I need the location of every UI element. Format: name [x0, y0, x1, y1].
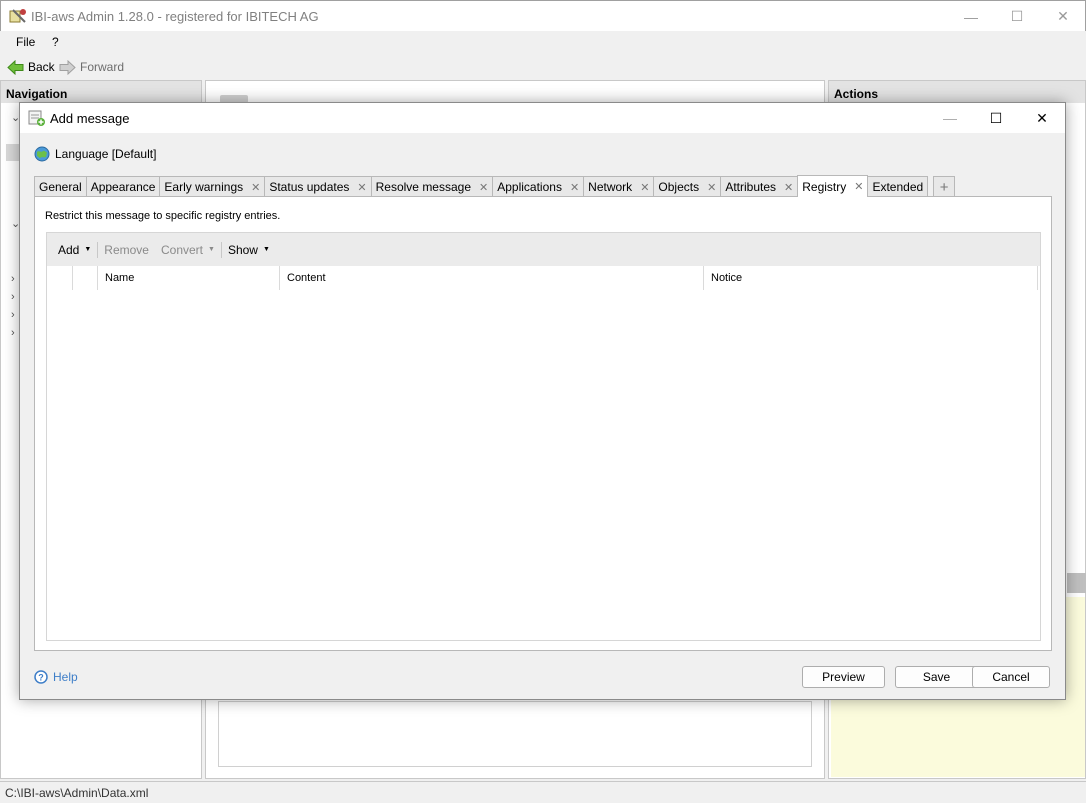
- remove-button[interactable]: Remove: [98, 243, 155, 257]
- tab-label: Applications: [497, 180, 562, 194]
- tab-label: Extended: [872, 180, 924, 194]
- tab-status-updates[interactable]: Status updates ✕: [264, 176, 372, 197]
- navbar: Back Forward: [0, 54, 1086, 80]
- add-message-dialog: Add message — ☐ ✕ Language [Default] Gen…: [19, 102, 1066, 700]
- registry-tab-panel: Restrict this message to specific regist…: [34, 196, 1052, 651]
- actions-header: Actions: [829, 81, 1085, 103]
- save-button[interactable]: Save: [895, 666, 978, 688]
- column-header-content[interactable]: Content: [280, 266, 704, 290]
- chevron-right-icon[interactable]: ›: [11, 273, 15, 285]
- tab-label: Registry: [802, 179, 847, 194]
- selected-marker: [6, 144, 20, 161]
- language-label: Language [Default]: [55, 147, 157, 161]
- statusbar: C:\IBI-aws\Admin\Data.xml: [0, 781, 1086, 803]
- help-icon: ?: [34, 670, 48, 684]
- tab-close-icon[interactable]: ✕: [784, 181, 793, 194]
- add-tab-button[interactable]: +: [933, 176, 956, 197]
- tab-label: Appearance: [90, 180, 156, 194]
- tab-close-icon[interactable]: ✕: [570, 181, 579, 194]
- column-header-indicator[interactable]: [47, 266, 73, 290]
- convert-dropdown-button[interactable]: Convert ▼: [155, 243, 221, 257]
- close-button[interactable]: ✕: [1040, 1, 1086, 32]
- tab-description: Restrict this message to specific regist…: [45, 210, 281, 222]
- maximize-button[interactable]: ☐: [994, 1, 1040, 32]
- cancel-button[interactable]: Cancel: [972, 666, 1050, 688]
- tab-objects[interactable]: Objects ✕: [653, 176, 722, 197]
- dialog-minimize-button[interactable]: —: [927, 103, 973, 133]
- plus-icon: +: [939, 178, 949, 196]
- main-titlebar: IBI-aws Admin 1.28.0 - registered for IB…: [0, 0, 1086, 31]
- remove-label: Remove: [104, 242, 149, 257]
- column-header-notice[interactable]: Notice: [704, 266, 1038, 290]
- language-selector[interactable]: Language [Default]: [34, 146, 156, 162]
- caret-down-icon: ▼: [262, 246, 270, 253]
- add-message-icon: [28, 110, 45, 126]
- show-dropdown-button[interactable]: Show ▼: [222, 243, 276, 257]
- app-title: IBI-aws Admin 1.28.0 - registered for IB…: [31, 9, 319, 24]
- menu-help[interactable]: ?: [52, 35, 59, 49]
- globe-icon: [34, 146, 50, 162]
- tab-close-icon[interactable]: ✕: [251, 181, 260, 194]
- chevron-right-icon[interactable]: ›: [11, 309, 15, 321]
- tab-close-icon[interactable]: ✕: [357, 181, 366, 194]
- add-dropdown-button[interactable]: Add ▼: [52, 243, 97, 257]
- tab-registry[interactable]: Registry ✕: [797, 175, 869, 197]
- navigation-header: Navigation: [1, 81, 201, 103]
- dialog-maximize-button[interactable]: ☐: [973, 103, 1019, 133]
- help-link[interactable]: ? Help: [34, 670, 78, 684]
- dialog-title: Add message: [50, 111, 130, 126]
- caret-down-icon: ▼: [208, 246, 215, 253]
- tab-label: Objects: [658, 180, 700, 194]
- actions-separator: [1067, 573, 1086, 593]
- show-label: Show: [227, 242, 258, 257]
- tab-attributes[interactable]: Attributes ✕: [720, 176, 799, 197]
- tab-close-icon[interactable]: ✕: [707, 181, 716, 194]
- dialog-close-button[interactable]: ✕: [1019, 103, 1065, 133]
- tab-close-icon[interactable]: ✕: [640, 181, 649, 194]
- grid-toolbar: Add ▼ Remove Convert ▼ Show ▼: [47, 233, 1040, 266]
- tab-general[interactable]: General: [34, 176, 87, 197]
- minimize-button[interactable]: —: [948, 1, 994, 32]
- status-path: C:\IBI-aws\Admin\Data.xml: [5, 786, 149, 800]
- forward-button[interactable]: Forward: [59, 58, 124, 76]
- tab-network[interactable]: Network ✕: [583, 176, 655, 197]
- convert-label: Convert: [160, 242, 204, 257]
- dialog-titlebar: Add message — ☐ ✕: [20, 103, 1065, 133]
- caret-down-icon: ▼: [84, 246, 92, 253]
- forward-arrow-icon: [59, 59, 76, 75]
- content-panel: [218, 701, 812, 767]
- tab-resolve-message[interactable]: Resolve message ✕: [370, 176, 494, 197]
- tab-extended[interactable]: Extended: [867, 176, 929, 197]
- menubar: File ?: [0, 31, 1086, 54]
- chevron-right-icon[interactable]: ›: [11, 291, 15, 303]
- tab-strip: General Appearance Early warnings ✕ Statu…: [34, 175, 956, 197]
- tab-appearance[interactable]: Appearance: [85, 176, 161, 197]
- tab-label: Early warnings: [164, 180, 244, 194]
- preview-button[interactable]: Preview: [802, 666, 885, 688]
- back-label: Back: [28, 60, 55, 74]
- column-header-state[interactable]: [73, 266, 98, 290]
- menu-file[interactable]: File: [16, 35, 35, 49]
- tab-early-warnings[interactable]: Early warnings ✕: [159, 176, 266, 197]
- tab-label: Resolve message: [375, 180, 472, 194]
- add-label: Add: [58, 242, 80, 257]
- svg-text:?: ?: [38, 673, 44, 683]
- tab-label: Network: [588, 180, 633, 194]
- tab-close-icon[interactable]: ✕: [854, 180, 863, 193]
- tab-label: Attributes: [725, 180, 777, 194]
- tab-close-icon[interactable]: ✕: [479, 181, 488, 194]
- chevron-right-icon[interactable]: ›: [11, 327, 15, 339]
- tab-label: General: [39, 180, 82, 194]
- app-icon: [9, 9, 26, 23]
- registry-grid: Add ▼ Remove Convert ▼ Show ▼ Name Content …: [46, 232, 1041, 641]
- back-button[interactable]: Back: [7, 58, 55, 76]
- back-arrow-icon: [7, 59, 24, 75]
- help-label: Help: [53, 670, 78, 684]
- tab-applications[interactable]: Applications ✕: [492, 176, 585, 197]
- forward-label: Forward: [80, 60, 125, 74]
- tab-label: Status updates: [269, 180, 350, 194]
- grid-header: Name Content Notice: [47, 266, 1040, 290]
- column-header-name[interactable]: Name: [98, 266, 280, 290]
